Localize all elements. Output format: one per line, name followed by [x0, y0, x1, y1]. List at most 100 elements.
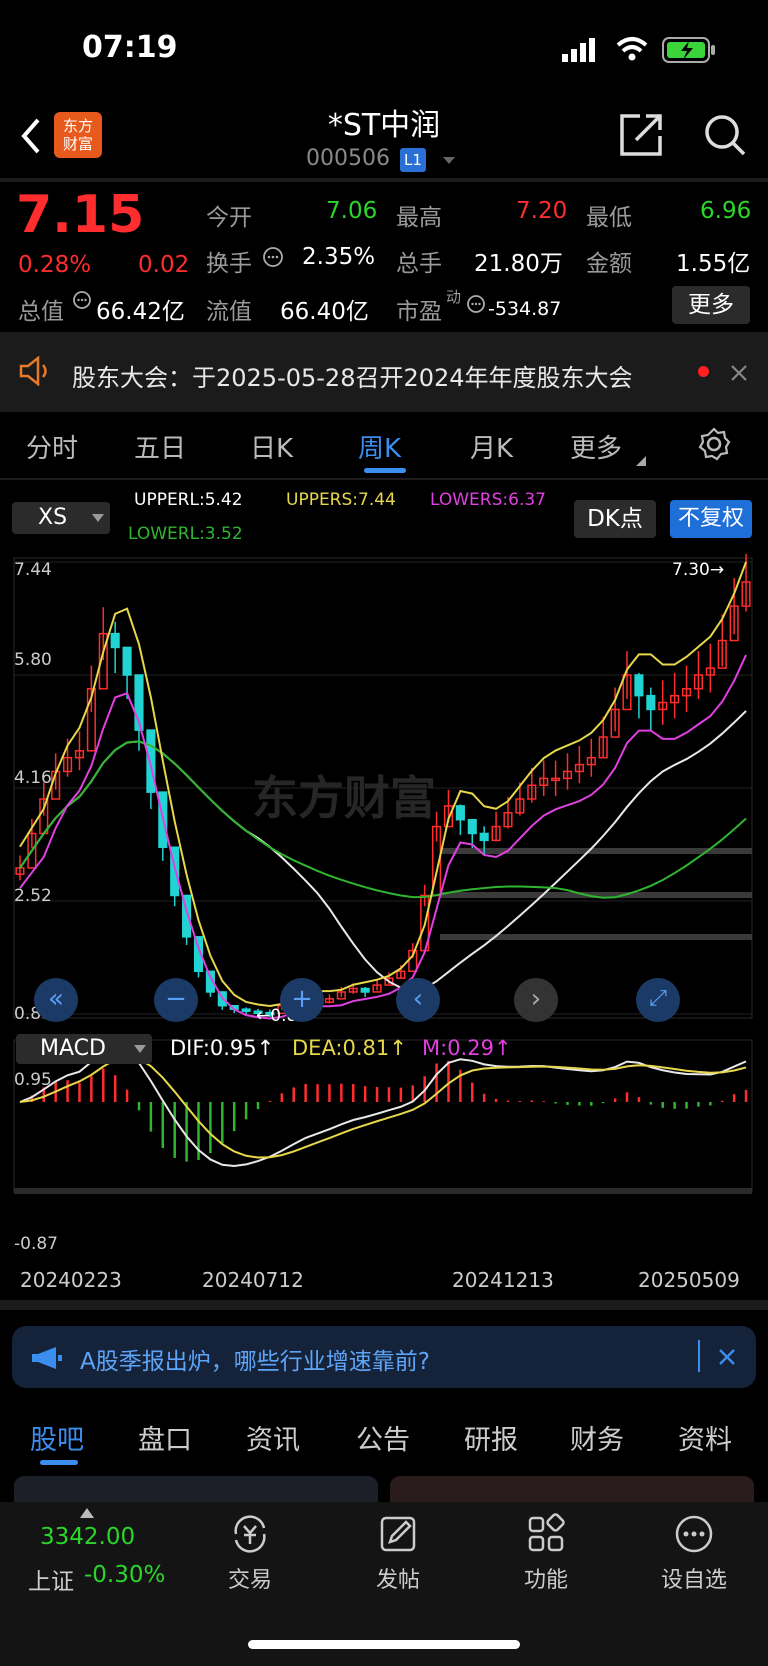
volume-value: 21.80万 [474, 251, 563, 277]
date-label: 20250509 [638, 1268, 740, 1292]
amount-value: 1.55亿 [676, 251, 751, 277]
tab-profile[interactable]: 资料 [678, 1418, 732, 1457]
dk-button[interactable]: DK点 [574, 500, 656, 538]
banner-text: A股季报出炉，哪些行业增速靠前? [80, 1349, 430, 1375]
support-band [440, 934, 752, 940]
tab-more[interactable]: 更多 [570, 428, 622, 465]
candle-body [110, 632, 120, 649]
date-tick-strip [14, 1188, 752, 1194]
notice-text: 股东大会：于2025-05-28召开2024年年度股东大会 [72, 364, 633, 392]
adjust-button[interactable]: 不复权 [670, 500, 752, 538]
tab-finance[interactable]: 财务 [570, 1418, 624, 1457]
info-icon[interactable] [72, 290, 92, 310]
home-indicator [248, 1640, 520, 1649]
tab-weekly-k[interactable]: 周K [358, 428, 401, 465]
pe-label: 市盈 [396, 299, 442, 325]
lowers-label: LOWERS:6.37 [430, 490, 546, 510]
close-icon[interactable] [718, 1348, 736, 1366]
rewind-icon[interactable]: « [34, 978, 78, 1022]
clock: 07:19 [82, 30, 178, 65]
zoom-out-icon[interactable]: − [154, 978, 198, 1022]
pe-value: -534.87 [488, 298, 562, 320]
indicator-select[interactable]: XS [12, 502, 110, 534]
signal-icon [562, 38, 595, 62]
tab-news[interactable]: 资讯 [246, 1418, 300, 1457]
lowers-line [19, 654, 747, 1020]
level-badge[interactable]: L1 [400, 148, 426, 172]
close-icon[interactable] [730, 364, 748, 382]
turnover-label: 换手 [206, 251, 252, 277]
float-value: 66.40亿 [280, 299, 369, 325]
price-tick-label: 4.16 [14, 768, 52, 788]
max-price-label: 7.30→ [672, 560, 725, 580]
open-value: 7.06 [326, 198, 378, 224]
speaker-icon [19, 356, 47, 386]
candle-body [241, 1008, 251, 1012]
macd-select[interactable]: MACD [16, 1034, 152, 1064]
candle-body [634, 674, 644, 697]
kline-chart[interactable] [0, 554, 768, 1314]
tab-announcements[interactable]: 公告 [356, 1418, 410, 1457]
chevron-up-icon[interactable] [80, 1508, 94, 1518]
tab-five-day[interactable]: 五日 [134, 428, 186, 465]
index-change[interactable]: -0.30% [84, 1562, 165, 1588]
search-icon[interactable] [702, 112, 748, 158]
info-icon[interactable] [262, 246, 284, 268]
open-label: 今开 [206, 205, 252, 231]
change-percent: 0.28% [18, 252, 92, 278]
chevron-down-icon[interactable] [442, 156, 456, 166]
pe-superscript: 动 [446, 288, 462, 306]
tab-order-book[interactable]: 盘口 [138, 1418, 192, 1457]
tab-monthly-k[interactable]: 月K [470, 428, 513, 465]
quote-panel: 7.15 0.28% 0.02 今开 7.06 最高 7.20 最低 6.96 … [0, 182, 768, 332]
mktcap-value: 66.42亿 [96, 299, 185, 325]
index-name[interactable]: 上证 [28, 1562, 74, 1596]
unread-dot [698, 366, 709, 377]
uppers-label: UPPERS:7.44 [286, 490, 396, 510]
change-amount: 0.02 [138, 252, 190, 278]
divider [698, 1340, 700, 1372]
trade-button[interactable]: 交易 [200, 1512, 300, 1594]
tab-forum[interactable]: 股吧 [30, 1418, 84, 1457]
tab-research[interactable]: 研报 [464, 1418, 518, 1457]
chevron-right-icon[interactable]: › [514, 978, 558, 1022]
date-label: 20241213 [452, 1268, 554, 1292]
fullscreen-icon[interactable]: ⤢ [636, 978, 680, 1022]
post-button[interactable]: 发帖 [348, 1512, 448, 1594]
gear-icon[interactable] [696, 426, 732, 462]
news-banner[interactable]: A股季报出炉，哪些行业增速靠前? [12, 1326, 756, 1388]
status-bar: 07:19 [0, 0, 768, 100]
date-label: 20240712 [202, 1268, 304, 1292]
share-icon[interactable] [618, 112, 664, 158]
dropdown-triangle-icon [636, 456, 646, 466]
tab-timeshare[interactable]: 分时 [26, 428, 78, 465]
info-icon[interactable] [466, 294, 486, 314]
stock-code: 000506 [306, 146, 390, 171]
price-tick-label: 5.80 [14, 650, 52, 670]
chevron-left-icon[interactable]: ‹ [396, 978, 440, 1022]
price-tick-label: 2.52 [14, 886, 52, 906]
dea-label: DEA:0.81↑ [292, 1036, 407, 1060]
high-label: 最高 [396, 205, 442, 231]
wifi-icon [616, 37, 648, 61]
megaphone-icon [32, 1347, 62, 1369]
candle-body [146, 729, 156, 793]
candle-body [479, 832, 489, 842]
battery-icon [662, 37, 715, 63]
active-tab-indicator [40, 1460, 78, 1465]
more-button[interactable]: 更多 [672, 286, 750, 324]
more-circle-icon [675, 1515, 713, 1553]
index-value[interactable]: 3342.00 [40, 1524, 135, 1550]
high-value: 7.20 [516, 198, 568, 224]
candle-body [646, 694, 656, 711]
features-button[interactable]: 功能 [496, 1512, 596, 1594]
tab-daily-k[interactable]: 日K [250, 428, 293, 465]
notice-bar[interactable]: 股东大会：于2025-05-28召开2024年年度股东大会 [0, 332, 768, 412]
watchlist-settings-button[interactable]: 设自选 [644, 1512, 744, 1594]
candle-body [467, 818, 477, 835]
float-label: 流值 [206, 299, 252, 325]
candle-body [360, 987, 370, 993]
dif-label: DIF:0.95↑ [170, 1036, 275, 1060]
lowerl-label: LOWERL:3.52 [128, 524, 243, 544]
zoom-in-icon[interactable]: + [280, 978, 324, 1022]
